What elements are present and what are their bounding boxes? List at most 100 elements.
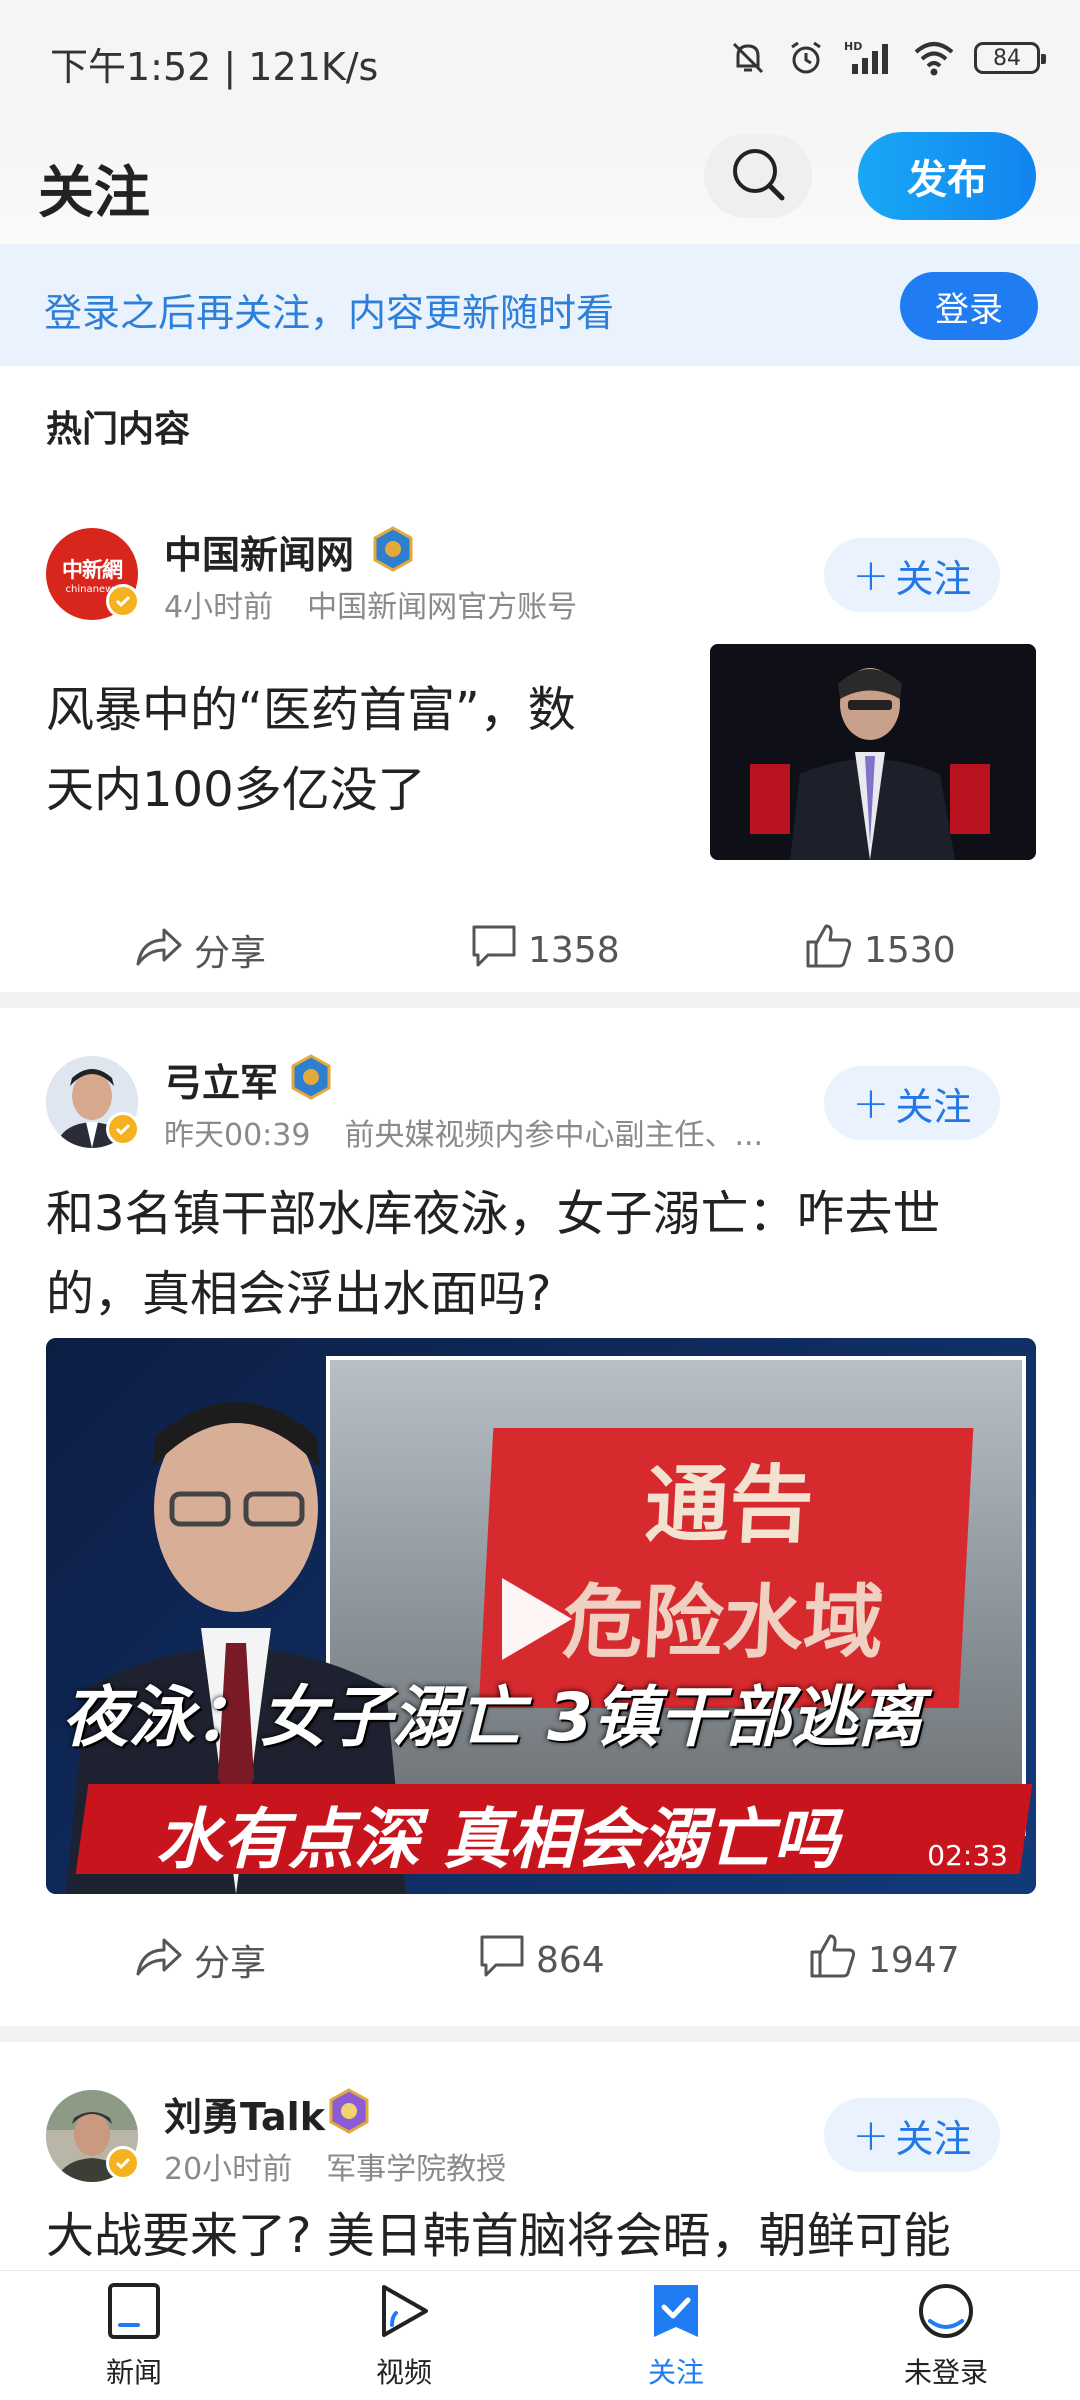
- header: 关注 发布: [0, 120, 1080, 244]
- author-name[interactable]: 弓立军: [164, 1052, 278, 1107]
- author-desc: 前央媒视频内参中心副主任、...: [344, 1118, 764, 1153]
- comment-icon: [478, 1933, 526, 1988]
- medal-badge-icon: [370, 526, 416, 572]
- nav-label: 未登录: [903, 2356, 988, 2389]
- bottom-nav: 新闻 视频 关注 未登录: [0, 2270, 1080, 2400]
- post-time: 昨天00:39: [164, 1118, 311, 1153]
- feed-card[interactable]: 中新網 chinanews 中国新闻网 4小时前 中国新闻网官方账号 + 关注 风暴…: [0, 490, 1080, 990]
- like-count: 1947: [868, 1939, 960, 1981]
- nav-item-news[interactable]: 新闻: [64, 2281, 204, 2397]
- avatar-logo-text: 中新網: [62, 556, 123, 582]
- headline-line: 大战要来了? 美日韩首脑将会晤，朝鲜可能: [46, 2208, 951, 2264]
- headline-line: 风暴中的“医药首富”，数: [46, 682, 576, 738]
- follow-check-icon: [646, 2281, 706, 2345]
- verified-badge-icon: [106, 2146, 140, 2180]
- author-desc: 中国新闻网官方账号: [307, 590, 578, 625]
- follow-label: 关注: [895, 2116, 972, 2161]
- follow-button[interactable]: + 关注: [824, 2098, 1000, 2172]
- follow-button[interactable]: + 关注: [824, 538, 1000, 612]
- video-sign-title: 通告: [642, 1456, 816, 1554]
- headline-line: 和3名镇干部水库夜泳，女子溺亡：咋去世: [46, 1186, 941, 1242]
- author-desc: 军事学院教授: [326, 2152, 507, 2187]
- video-thumbnail[interactable]: 通告 危险水域 夜泳：女子溺亡 3镇干部逃离 水有点深 真相会溺亡吗 02:33: [46, 1338, 1036, 1894]
- battery-icon: 84: [974, 42, 1046, 74]
- section-title: 热门内容: [46, 409, 191, 450]
- author-meta: 昨天00:39 前央媒视频内参中心副主任、...: [164, 1110, 763, 1154]
- wifi-icon: [912, 38, 956, 78]
- post-headline[interactable]: 和3名镇干部水库夜泳，女子溺亡：咋去世 的，真相会浮出水面吗?: [46, 1174, 1046, 1334]
- plus-icon: +: [852, 2109, 890, 2161]
- play-icon[interactable]: [496, 1574, 576, 1668]
- share-button[interactable]: 分享: [134, 910, 266, 990]
- like-button[interactable]: 1530: [804, 910, 956, 990]
- login-button[interactable]: 登录: [900, 272, 1038, 340]
- verified-badge-icon: [106, 1112, 140, 1146]
- plus-icon: +: [852, 549, 890, 601]
- nav-label: 视频: [375, 2356, 432, 2389]
- thumbs-up-icon: [804, 922, 854, 979]
- follow-label: 关注: [895, 556, 972, 601]
- page-title: 关注: [38, 161, 150, 226]
- login-prompt-text: 登录之后再关注，内容更新随时看: [44, 291, 615, 335]
- feed-card[interactable]: 刘勇Talk 20小时前 军事学院教授 + 关注 大战要来了? 美日韩首脑将会晤，朝…: [0, 2042, 1080, 2270]
- video-play-icon: [374, 2281, 434, 2345]
- nav-item-follow[interactable]: 关注: [606, 2281, 746, 2397]
- thumbnail-image: [710, 644, 1036, 860]
- share-label: 分享: [194, 933, 267, 974]
- status-bar: 下午1:52 | 121K/s HD 84: [0, 0, 1080, 120]
- thumbs-up-icon: [808, 1932, 858, 1989]
- status-time-speed: 下午1:52 | 121K/s: [50, 45, 379, 89]
- follow-label: 关注: [895, 1084, 972, 1129]
- comment-button[interactable]: 864: [478, 1920, 605, 2000]
- publish-button[interactable]: 发布: [858, 132, 1036, 220]
- nav-item-profile[interactable]: 未登录: [876, 2281, 1016, 2397]
- headline-line: 天内100多亿没了: [46, 762, 426, 818]
- search-button[interactable]: [704, 134, 812, 218]
- author-meta: 20小时前 军事学院教授: [164, 2144, 506, 2188]
- feed-divider: [0, 992, 1080, 1008]
- like-count: 1530: [864, 929, 956, 971]
- author-name[interactable]: 刘勇Talk: [164, 2086, 325, 2141]
- headline-line: 的，真相会浮出水面吗?: [46, 1266, 552, 1322]
- post-headline[interactable]: 风暴中的“医药首富”，数 天内100多亿没了: [46, 670, 646, 830]
- medal-badge-icon: [326, 2088, 372, 2134]
- post-time: 20小时前: [164, 2152, 293, 2187]
- search-icon: [728, 144, 788, 208]
- comment-icon: [470, 923, 518, 978]
- feed-card[interactable]: 弓立军 昨天00:39 前央媒视频内参中心副主任、... + 关注 和3名镇干部水库…: [0, 1010, 1080, 2018]
- post-thumbnail[interactable]: [710, 644, 1036, 860]
- author-name[interactable]: 中国新闻网: [164, 524, 354, 579]
- post-actions: 分享 864 1947: [0, 1920, 1080, 2000]
- login-banner: 登录之后再关注，内容更新随时看 登录: [0, 244, 1080, 366]
- video-duration: 02:33: [927, 1839, 1008, 1872]
- nav-label: 关注: [647, 2356, 704, 2389]
- feed-divider: [0, 2026, 1080, 2042]
- medal-badge-icon: [288, 1054, 334, 1100]
- alarm-icon: [786, 38, 826, 78]
- share-label: 分享: [194, 1943, 267, 1984]
- post-headline[interactable]: 大战要来了? 美日韩首脑将会晤，朝鲜可能: [46, 2196, 1066, 2270]
- comment-count: 1358: [528, 929, 620, 971]
- post-time: 4小时前: [164, 590, 274, 625]
- share-button[interactable]: 分享: [134, 1920, 266, 2000]
- comment-count: 864: [536, 1939, 605, 1981]
- post-actions: 分享 1358 1530: [0, 910, 1080, 990]
- video-caption-1: 夜泳：女子溺亡 3镇干部逃离: [62, 1679, 923, 1756]
- status-icons: HD 84: [728, 38, 1046, 78]
- author-meta: 4小时前 中国新闻网官方账号: [164, 582, 577, 626]
- like-button[interactable]: 1947: [808, 1920, 960, 2000]
- video-caption-2: 水有点深 真相会溺亡吗: [156, 1801, 839, 1878]
- follow-button[interactable]: + 关注: [824, 1066, 1000, 1140]
- plus-icon: +: [852, 1077, 890, 1129]
- comment-button[interactable]: 1358: [470, 910, 620, 990]
- share-icon: [134, 924, 184, 977]
- nav-item-video[interactable]: 视频: [334, 2281, 474, 2397]
- svg-text:HD: HD: [844, 40, 862, 53]
- share-icon: [134, 1934, 184, 1987]
- bell-muted-icon: [728, 38, 768, 78]
- user-icon: [916, 2281, 976, 2345]
- news-icon: [104, 2281, 164, 2345]
- signal-icon: HD: [844, 38, 894, 78]
- verified-badge-icon: [106, 584, 140, 618]
- nav-label: 新闻: [105, 2356, 162, 2389]
